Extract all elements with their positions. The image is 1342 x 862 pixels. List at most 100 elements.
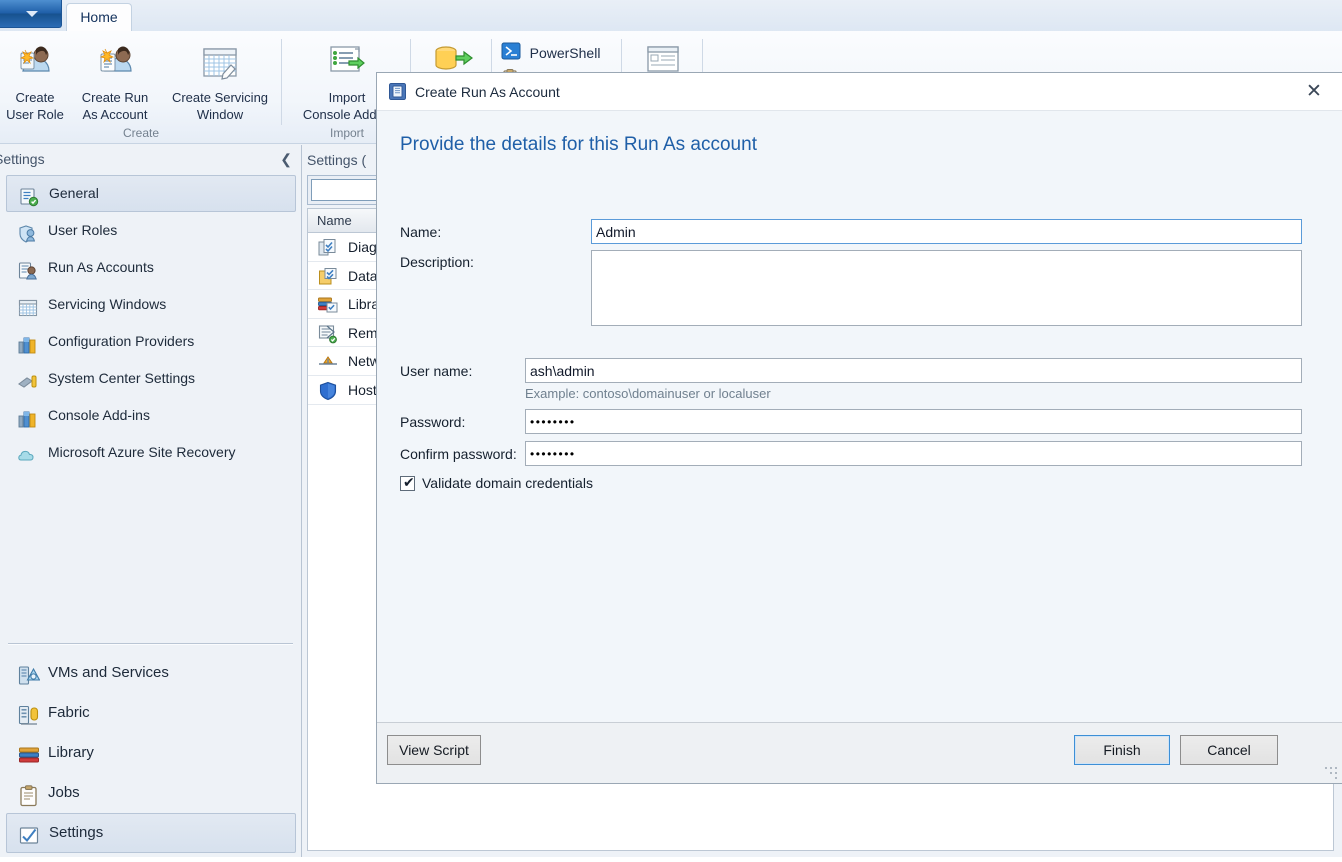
sidebar-item-jobs[interactable]: Jobs <box>6 773 296 813</box>
sidebar-item-azure-site-recovery[interactable]: Microsoft Azure Site Recovery <box>6 434 296 471</box>
sidebar-item-vms-and-services-label: VMs and Services <box>48 664 169 681</box>
create-run-as-account-label-1: Create Run <box>70 90 160 105</box>
finish-label: Finish <box>1103 742 1140 758</box>
remote-control-icon <box>318 324 338 344</box>
sidebar-item-run-as-accounts[interactable]: Run As Accounts <box>6 249 296 286</box>
application-window: Home Create User Role <box>0 0 1342 857</box>
network-settings-icon <box>318 352 338 372</box>
close-icon[interactable]: ✕ <box>1294 77 1334 107</box>
dialog-heading: Provide the details for this Run As acco… <box>400 134 757 156</box>
powershell-label: PowerShell <box>530 45 601 61</box>
sidebar-item-general-label: General <box>49 185 99 201</box>
finish-button[interactable]: Finish <box>1074 735 1170 765</box>
sidebar-item-user-roles[interactable]: User Roles <box>6 212 296 249</box>
cancel-label: Cancel <box>1207 742 1251 758</box>
diagnostics-icon <box>318 238 338 258</box>
name-input[interactable] <box>591 219 1302 244</box>
sidebar-item-library[interactable]: Library <box>6 733 296 773</box>
configuration-providers-icon <box>18 332 38 352</box>
create-run-as-account-label-2: As Account <box>70 107 160 122</box>
powershell-button[interactable]: PowerShell <box>501 41 616 64</box>
tab-home[interactable]: Home <box>66 3 132 32</box>
jobs-icon <box>18 783 40 805</box>
password-input[interactable]: •••••••• <box>525 409 1302 434</box>
column-header-name[interactable]: Name <box>317 209 352 232</box>
user-roles-icon <box>18 221 38 241</box>
azure-site-recovery-icon <box>18 443 38 463</box>
description-textarea[interactable] <box>591 250 1302 326</box>
sidebar-item-run-as-accounts-label: Run As Accounts <box>48 259 154 275</box>
sidebar-item-servicing-windows-label: Servicing Windows <box>48 296 166 312</box>
create-servicing-window-icon <box>162 41 278 88</box>
username-input[interactable] <box>525 358 1302 383</box>
name-label: Name: <box>400 224 441 240</box>
create-user-role-icon <box>4 41 66 88</box>
username-label: User name: <box>400 363 472 379</box>
cancel-button[interactable]: Cancel <box>1180 735 1278 765</box>
view-script-label: View Script <box>399 742 469 758</box>
navigation-pane: Settings ❮ General <box>0 145 302 857</box>
ribbon-group-create: Create User Role Create Run As Account <box>0 31 282 144</box>
table-cell-name: Host <box>348 382 377 398</box>
sidebar-item-jobs-label: Jobs <box>48 784 80 801</box>
checkbox-box: ✔ <box>400 476 415 491</box>
ribbon-tabstrip: Home <box>0 0 1342 32</box>
navigation-pane-header: Settings ❮ <box>0 145 302 173</box>
office-menu-button[interactable] <box>0 0 62 28</box>
ribbon-group-create-label: Create <box>0 126 282 140</box>
sidebar-item-fabric[interactable]: Fabric <box>6 693 296 733</box>
create-user-role-button[interactable]: Create User Role <box>4 41 66 122</box>
settings-nav-list: General User Roles <box>0 175 302 471</box>
navigation-pane-title: Settings <box>0 145 45 173</box>
sidebar-item-configuration-providers-label: Configuration Providers <box>48 333 194 349</box>
confirm-password-input[interactable]: •••••••• <box>525 441 1302 466</box>
console-addins-icon <box>18 406 38 426</box>
validate-domain-credentials-label: Validate domain credentials <box>422 475 593 491</box>
chevron-left-icon[interactable]: ❮ <box>280 150 292 168</box>
dialog-footer: View Script Finish Cancel <box>377 722 1342 783</box>
sidebar-item-azure-site-recovery-label: Microsoft Azure Site Recovery <box>48 444 236 460</box>
ribbon-group-divider <box>281 39 282 125</box>
fabric-icon <box>18 703 40 725</box>
dialog-titlebar: Create Run As Account ✕ <box>377 73 1342 111</box>
sidebar-item-settings[interactable]: Settings <box>6 813 296 853</box>
sidebar-item-vms-and-services[interactable]: VMs and Services <box>6 653 296 693</box>
sidebar-item-system-center-settings[interactable]: System Center Settings <box>6 360 296 397</box>
sidebar-item-servicing-windows[interactable]: Servicing Windows <box>6 286 296 323</box>
create-servicing-window-label-1: Create Servicing <box>162 90 278 105</box>
password-value: •••••••• <box>530 415 576 429</box>
library-settings-icon <box>318 295 338 315</box>
run-as-accounts-icon <box>18 258 38 278</box>
run-as-account-icon <box>389 83 406 100</box>
dialog-title: Create Run As Account <box>415 73 560 111</box>
create-user-role-label-2: User Role <box>4 107 66 122</box>
sidebar-item-configuration-providers[interactable]: Configuration Providers <box>6 323 296 360</box>
general-icon <box>19 185 39 205</box>
system-center-settings-icon <box>18 369 38 389</box>
view-script-button[interactable]: View Script <box>387 735 481 765</box>
resize-grip[interactable] <box>1324 766 1338 780</box>
sidebar-item-fabric-label: Fabric <box>48 704 90 721</box>
sidebar-item-settings-label: Settings <box>49 824 103 841</box>
dialog-body: Provide the details for this Run As acco… <box>377 111 1342 722</box>
create-servicing-window-label-2: Window <box>162 107 278 122</box>
chevron-down-icon <box>26 11 38 17</box>
sidebar-item-console-addins[interactable]: Console Add-ins <box>6 397 296 434</box>
confirm-password-value: •••••••• <box>530 447 576 461</box>
settings-icon <box>19 824 41 846</box>
tab-home-label: Home <box>80 9 117 25</box>
check-icon: ✔ <box>403 475 415 491</box>
library-icon <box>18 743 40 765</box>
sidebar-item-system-center-settings-label: System Center Settings <box>48 370 195 386</box>
create-user-role-label-1: Create <box>4 90 66 105</box>
username-hint: Example: contoso\domainuser or localuser <box>525 386 771 401</box>
sidebar-item-general[interactable]: General <box>6 175 296 212</box>
host-guardian-icon <box>318 381 338 401</box>
create-servicing-window-button[interactable]: Create Servicing Window <box>162 41 278 122</box>
create-run-as-account-icon <box>70 41 160 88</box>
description-label: Description: <box>400 254 474 270</box>
workspace-switcher: VMs and Services Fabric <box>0 653 302 853</box>
create-run-as-account-dialog: Create Run As Account ✕ Provide the deta… <box>376 72 1342 784</box>
sidebar-item-user-roles-label: User Roles <box>48 222 117 238</box>
create-run-as-account-button[interactable]: Create Run As Account <box>70 41 160 122</box>
